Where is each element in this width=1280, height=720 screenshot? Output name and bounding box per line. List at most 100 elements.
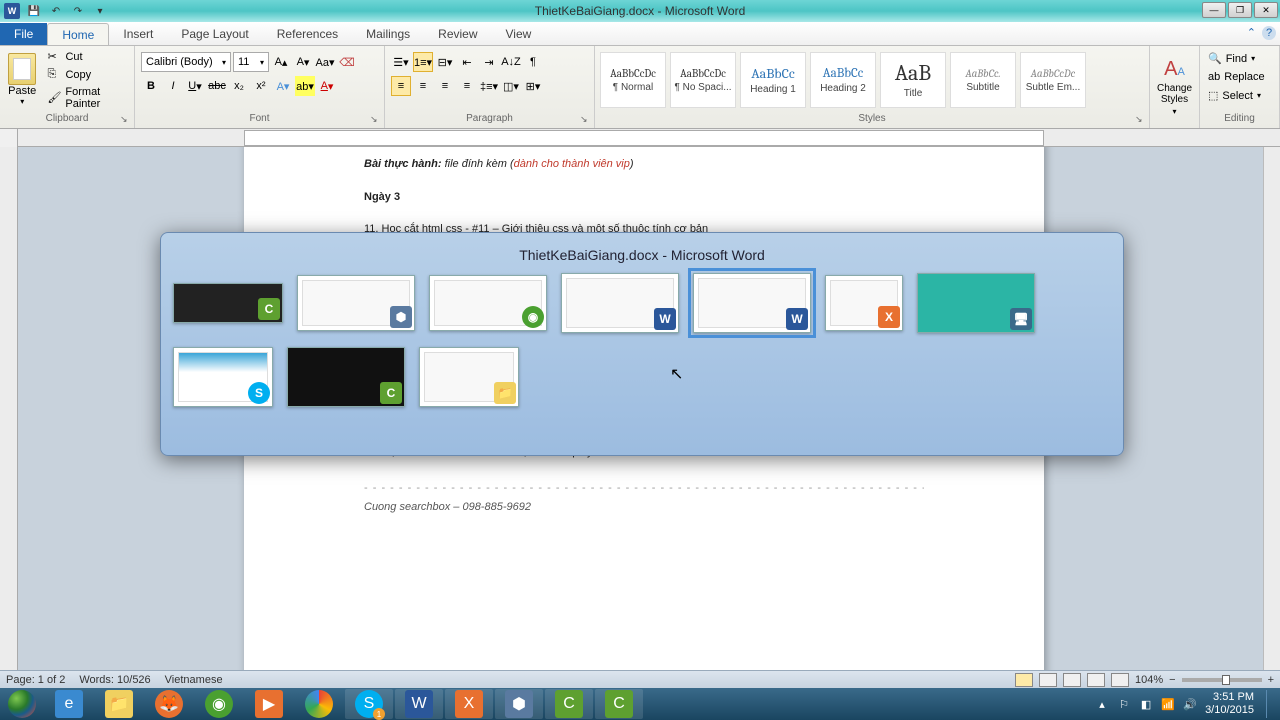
change-case-button[interactable]: Aa▾: [315, 52, 335, 72]
alt-tab-thumb-word2[interactable]: W: [693, 273, 811, 333]
underline-button[interactable]: U▾: [185, 76, 205, 96]
insert-tab[interactable]: Insert: [109, 23, 167, 45]
alt-tab-thumb-skype[interactable]: S: [173, 347, 273, 407]
alt-tab-thumb-camtasia2[interactable]: C: [287, 347, 405, 407]
alt-tab-thumb-word1[interactable]: W: [561, 273, 679, 333]
align-center-button[interactable]: ≡: [413, 76, 433, 96]
multilevel-list-button[interactable]: ⊟▾: [435, 52, 455, 72]
tray-show-hidden-icon[interactable]: ▴: [1095, 697, 1109, 711]
close-button[interactable]: ✕: [1254, 2, 1278, 18]
horizontal-ruler[interactable]: [0, 129, 1280, 147]
bold-button[interactable]: B: [141, 76, 161, 96]
paragraph-dialog-launcher[interactable]: ↘: [580, 114, 592, 126]
taskbar-camtasia2[interactable]: C: [595, 689, 643, 719]
vertical-scrollbar[interactable]: [1263, 147, 1280, 672]
subscript-button[interactable]: x₂: [229, 76, 249, 96]
zoom-out-button[interactable]: −: [1169, 674, 1175, 686]
web-layout-view-button[interactable]: [1063, 673, 1081, 687]
home-tab[interactable]: Home: [47, 23, 109, 45]
help-icon[interactable]: ?: [1262, 26, 1276, 40]
grow-font-button[interactable]: A▴: [271, 52, 291, 72]
taskbar-firefox[interactable]: 🦊: [145, 689, 193, 719]
style-title[interactable]: AaBTitle: [880, 52, 946, 108]
clipboard-dialog-launcher[interactable]: ↘: [120, 114, 132, 126]
alt-tab-thumb-camtasia[interactable]: C: [173, 283, 283, 323]
font-size-combo[interactable]: 11▾: [233, 52, 269, 72]
style-heading-1[interactable]: AaBbCcHeading 1: [740, 52, 806, 108]
zoom-value[interactable]: 104%: [1135, 674, 1163, 686]
numbering-button[interactable]: 1≡▾: [413, 52, 433, 72]
taskbar-camtasia1[interactable]: C: [545, 689, 593, 719]
tray-network-icon[interactable]: 📶: [1161, 697, 1175, 711]
minimize-ribbon-icon[interactable]: ⌃: [1247, 26, 1256, 40]
taskbar-explorer[interactable]: 📁: [95, 689, 143, 719]
alt-tab-thumb-netbeans[interactable]: ⬢: [297, 275, 415, 331]
show-desktop-button[interactable]: [1266, 690, 1274, 718]
find-button[interactable]: 🔍Find▾: [1206, 50, 1273, 67]
taskbar-ie[interactable]: e: [45, 689, 93, 719]
style---no-spaci---[interactable]: AaBbCcDc¶ No Spaci...: [670, 52, 736, 108]
taskbar-xampp[interactable]: X: [445, 689, 493, 719]
alt-tab-thumb-coccoc[interactable]: ◉: [429, 275, 547, 331]
style-heading-2[interactable]: AaBbCcHeading 2: [810, 52, 876, 108]
page-layout-tab[interactable]: Page Layout: [167, 23, 262, 45]
taskbar-word[interactable]: W: [395, 689, 443, 719]
taskbar-skype[interactable]: S1: [345, 689, 393, 719]
alt-tab-thumb-explorer[interactable]: 📁: [419, 347, 519, 407]
decrease-indent-button[interactable]: ⇤: [457, 52, 477, 72]
sort-button[interactable]: A↓Z: [501, 52, 521, 72]
print-layout-view-button[interactable]: [1015, 673, 1033, 687]
strikethrough-button[interactable]: abc: [207, 76, 227, 96]
taskbar-netbeans[interactable]: ⬢: [495, 689, 543, 719]
vertical-ruler[interactable]: [0, 147, 18, 672]
replace-button[interactable]: abReplace: [1206, 69, 1273, 85]
shading-button[interactable]: ◫▾: [501, 76, 521, 96]
redo-icon[interactable]: ↷: [70, 3, 86, 19]
full-screen-view-button[interactable]: [1039, 673, 1057, 687]
change-styles-icon[interactable]: AA: [1164, 58, 1185, 81]
file-tab[interactable]: File: [0, 23, 47, 45]
font-name-combo[interactable]: Calibri (Body)▾: [141, 52, 231, 72]
taskbar-chrome[interactable]: [295, 689, 343, 719]
qat-dropdown-icon[interactable]: ▾: [92, 3, 108, 19]
line-spacing-button[interactable]: ‡≡▾: [479, 76, 499, 96]
undo-icon[interactable]: ↶: [48, 3, 64, 19]
style-subtitle[interactable]: AaBbCc.Subtitle: [950, 52, 1016, 108]
align-left-button[interactable]: ≡: [391, 76, 411, 96]
start-button[interactable]: [0, 688, 44, 720]
increase-indent-button[interactable]: ⇥: [479, 52, 499, 72]
styles-dialog-launcher[interactable]: ↘: [1135, 114, 1147, 126]
highlight-button[interactable]: ab▾: [295, 76, 315, 96]
save-icon[interactable]: 💾: [26, 3, 42, 19]
italic-button[interactable]: I: [163, 76, 183, 96]
references-tab[interactable]: References: [263, 23, 352, 45]
alt-tab-thumb-desktop[interactable]: 🖥: [917, 273, 1035, 333]
status-words[interactable]: Words: 10/526: [79, 674, 150, 686]
show-marks-button[interactable]: ¶: [523, 52, 543, 72]
draft-view-button[interactable]: [1111, 673, 1129, 687]
text-effects-button[interactable]: A▾: [273, 76, 293, 96]
tray-flag-icon[interactable]: ⚐: [1117, 697, 1131, 711]
borders-button[interactable]: ⊞▾: [523, 76, 543, 96]
style-subtle-em---[interactable]: AaBbCcDcSubtle Em...: [1020, 52, 1086, 108]
justify-button[interactable]: ≡: [457, 76, 477, 96]
font-color-button[interactable]: A▾: [317, 76, 337, 96]
tray-volume-icon[interactable]: 🔊: [1183, 697, 1197, 711]
bullets-button[interactable]: ☰▾: [391, 52, 411, 72]
minimize-button[interactable]: —: [1202, 2, 1226, 18]
zoom-in-button[interactable]: +: [1268, 674, 1274, 686]
font-dialog-launcher[interactable]: ↘: [370, 114, 382, 126]
maximize-button[interactable]: ❐: [1228, 2, 1252, 18]
outline-view-button[interactable]: [1087, 673, 1105, 687]
format-painter-button[interactable]: 🖌Format Painter: [46, 85, 130, 111]
review-tab[interactable]: Review: [424, 23, 491, 45]
superscript-button[interactable]: x²: [251, 76, 271, 96]
copy-button[interactable]: ⎘Copy: [46, 67, 130, 83]
tray-clock[interactable]: 3:51 PM 3/10/2015: [1205, 691, 1254, 717]
style---normal[interactable]: AaBbCcDc¶ Normal: [600, 52, 666, 108]
zoom-slider[interactable]: [1182, 678, 1262, 682]
select-button[interactable]: ⬚Select▾: [1206, 87, 1273, 104]
align-right-button[interactable]: ≡: [435, 76, 455, 96]
status-page[interactable]: Page: 1 of 2: [6, 674, 65, 686]
taskbar-coccoc[interactable]: ◉: [195, 689, 243, 719]
